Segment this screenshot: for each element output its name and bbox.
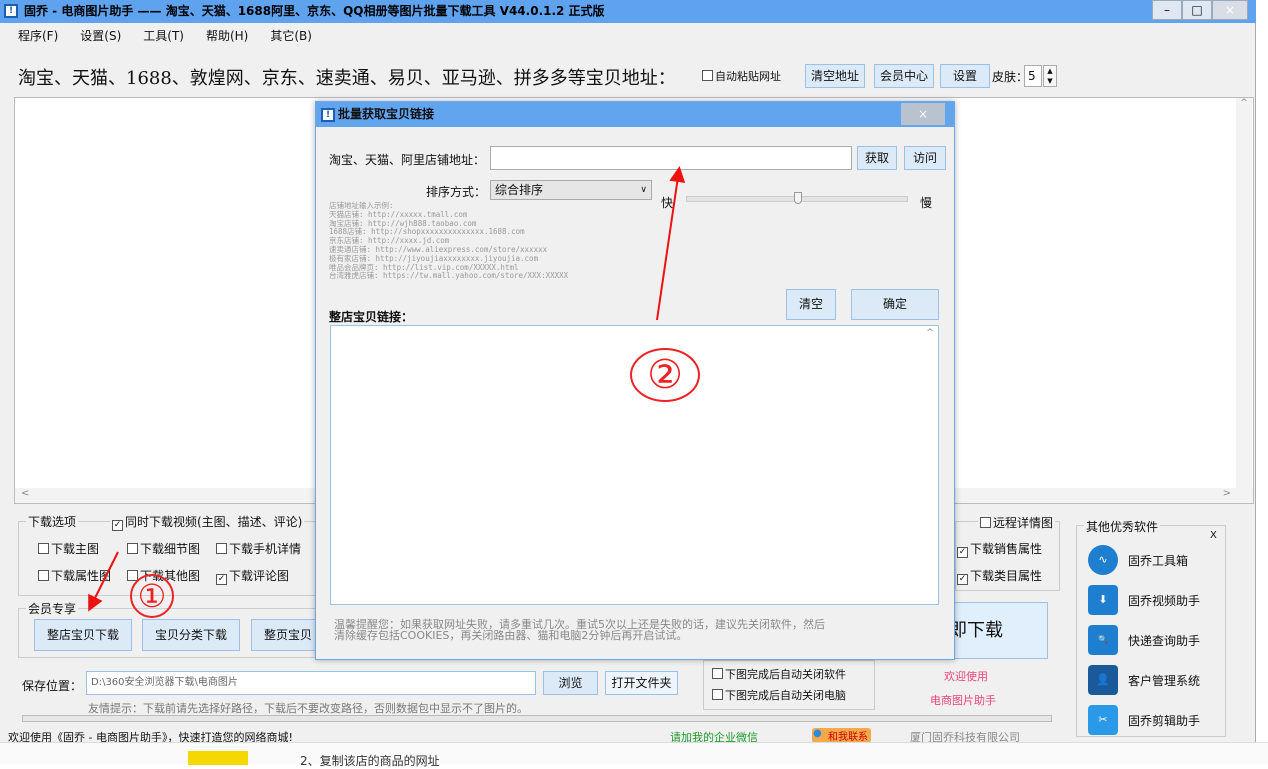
arrow-to-address-input <box>657 170 679 320</box>
step-one-marker: ① <box>130 574 174 618</box>
arrow-to-shop-download <box>90 552 118 608</box>
step-two-marker: ② <box>630 348 700 402</box>
